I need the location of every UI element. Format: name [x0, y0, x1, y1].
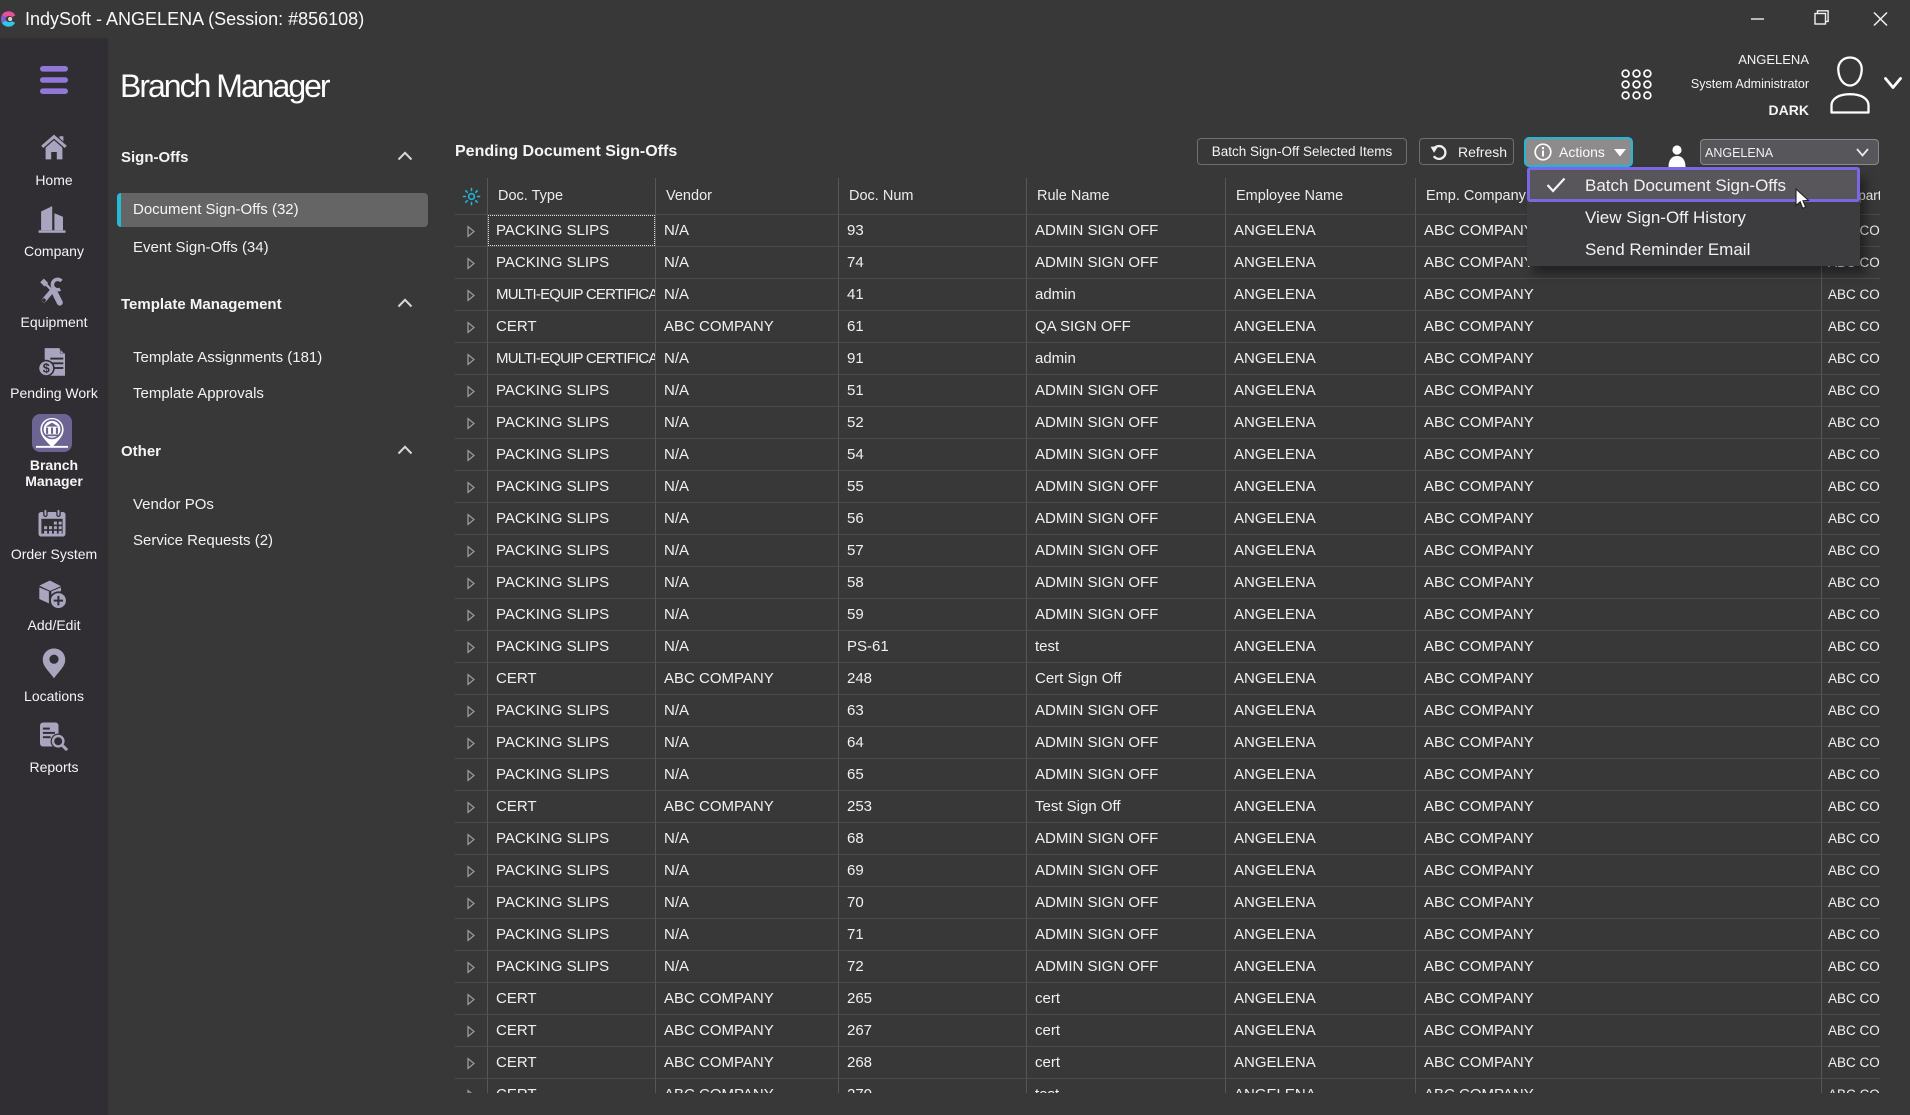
svg-text:$: $: [43, 362, 50, 376]
